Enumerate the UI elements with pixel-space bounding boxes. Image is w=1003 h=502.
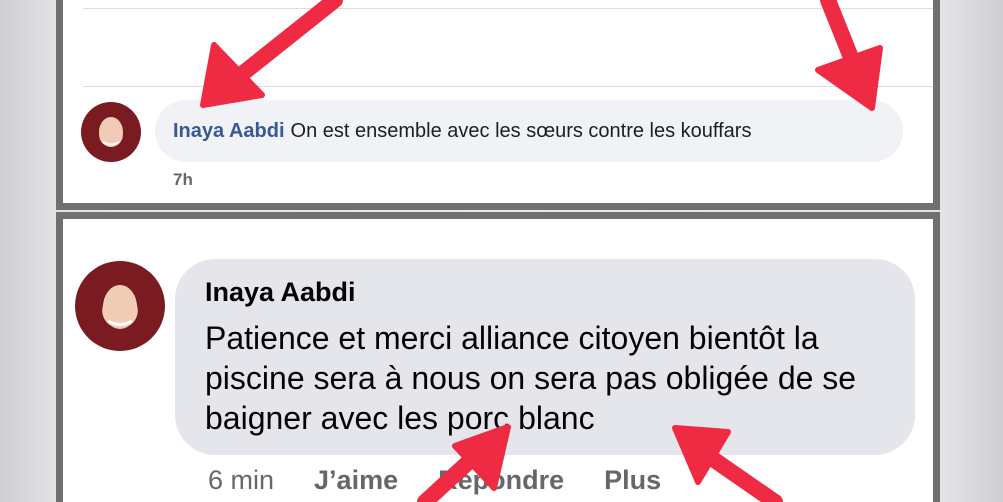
comment-author-link[interactable]: Inaya Aabdi [173, 120, 285, 143]
comment-timestamp[interactable]: 6 min [208, 465, 274, 496]
divider [83, 86, 933, 87]
more-button[interactable]: Plus [604, 465, 661, 496]
comment-bubble: Inaya Aabdi On est ensemble avec les sœu… [155, 100, 903, 162]
profile-photo-icon [99, 117, 123, 147]
comment-author-link[interactable]: Inaya Aabdi [205, 277, 885, 308]
divider [83, 8, 933, 9]
avatar[interactable] [75, 261, 165, 351]
avatar[interactable] [81, 102, 141, 162]
top-screenshot-panel: Inaya Aabdi On est ensemble avec les sœu… [56, 0, 940, 210]
comment-actions: 6 min J’aime Répondre Plus [208, 465, 661, 496]
comment-text: On est ensemble avec les sœurs contre le… [290, 119, 752, 142]
profile-photo-icon [103, 285, 137, 329]
comment-bubble: Inaya Aabdi Patience et merci alliance c… [175, 259, 915, 455]
bottom-screenshot-panel: Inaya Aabdi Patience et merci alliance c… [56, 212, 940, 502]
reply-button[interactable]: Répondre [438, 465, 564, 496]
comment-text: Patience et merci alliance citoyen bient… [205, 320, 857, 436]
like-button[interactable]: J’aime [314, 465, 398, 496]
comment-timestamp[interactable]: 7h [173, 170, 193, 190]
